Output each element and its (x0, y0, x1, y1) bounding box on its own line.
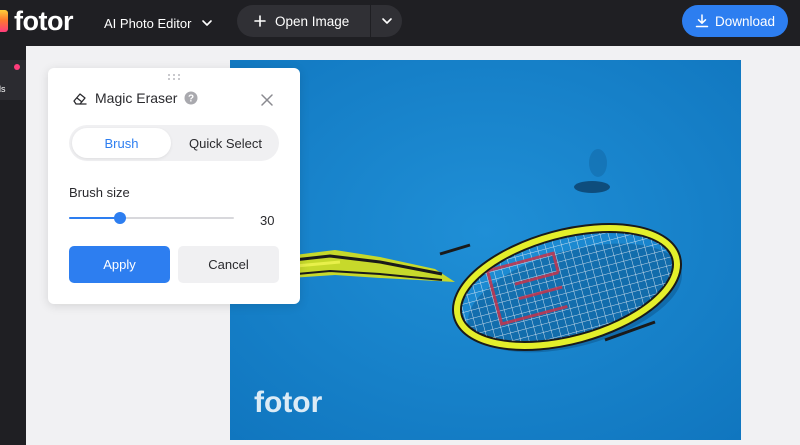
magic-eraser-panel: Magic Eraser ? Brush Quick Select Brush … (48, 68, 300, 304)
left-sidebar: ols (0, 46, 26, 445)
brush-size-label: Brush size (69, 185, 130, 200)
photo-canvas[interactable]: fotor (230, 60, 741, 440)
eraser-icon (73, 93, 87, 105)
logo-mark-icon (0, 10, 8, 32)
tab-brush[interactable]: Brush (72, 128, 171, 158)
mode-toggle: Brush Quick Select (69, 125, 279, 161)
watermark-text: fotor (254, 386, 323, 419)
open-image-button[interactable]: Open Image (237, 5, 370, 37)
panel-header: Magic Eraser ? (72, 90, 198, 106)
open-image-dropdown[interactable] (371, 5, 402, 37)
slider-fill (69, 217, 120, 219)
close-icon[interactable] (260, 93, 274, 107)
download-button[interactable]: Download (682, 5, 788, 37)
notification-dot (14, 64, 20, 70)
ai-photo-editor-menu[interactable]: AI Photo Editor (104, 12, 213, 34)
open-image-group: Open Image (237, 5, 402, 37)
drag-handle-icon[interactable] (167, 73, 181, 81)
apply-button[interactable]: Apply (69, 246, 170, 283)
help-icon[interactable]: ? (184, 91, 198, 105)
panel-title: Magic Eraser (95, 90, 178, 106)
fotor-logo[interactable]: fotor (0, 6, 73, 36)
svg-text:?: ? (188, 94, 194, 105)
chevron-down-icon (202, 20, 213, 26)
download-label: Download (714, 13, 776, 29)
chevron-down-icon (381, 18, 392, 24)
ai-photo-editor-label: AI Photo Editor (104, 15, 192, 31)
tab-quick-select[interactable]: Quick Select (175, 128, 276, 158)
sidebar-item-tools[interactable]: ols (0, 60, 26, 100)
brush-size-slider[interactable] (69, 212, 234, 224)
slider-thumb[interactable] (114, 212, 126, 224)
tennis-racket-image: fotor (230, 60, 741, 440)
brush-size-value: 30 (260, 213, 275, 228)
logo-text: fotor (14, 6, 73, 36)
cancel-button[interactable]: Cancel (178, 246, 279, 283)
plus-icon (254, 15, 266, 27)
open-image-label: Open Image (275, 13, 350, 29)
download-icon (695, 14, 709, 28)
top-bar: fotor AI Photo Editor Open Image Downloa… (0, 0, 800, 46)
sidebar-item-label: ols (0, 84, 6, 94)
